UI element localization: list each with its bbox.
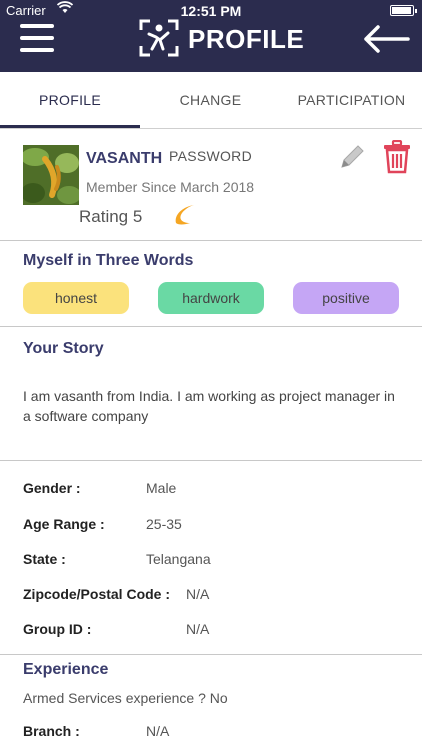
story-text: I am vasanth from India. I am working as…	[23, 388, 395, 424]
three-words-title: Myself in Three Words	[23, 252, 194, 269]
word-chip: positive	[293, 282, 399, 314]
menu-button[interactable]	[20, 24, 56, 54]
navigation-bar: Carrier 12:51 PM PROFILE	[0, 0, 422, 72]
member-since: Member Since March 2018	[86, 179, 255, 195]
clock: 12:51 PM	[180, 3, 242, 19]
armed-services-text: Armed Services experience ? No	[23, 690, 228, 706]
section-divider	[0, 240, 422, 241]
group-id-label: Group ID :	[23, 621, 92, 637]
tab-change-password[interactable]: CHANGE PASSWORD	[140, 72, 281, 164]
active-tab-indicator	[0, 125, 140, 128]
state-label: State :	[23, 551, 66, 567]
avatar	[23, 145, 79, 205]
experience-title: Experience	[23, 661, 109, 678]
app-logo-icon	[138, 18, 180, 58]
profile-name: VASANTH	[86, 150, 163, 167]
gender-label: Gender :	[23, 480, 81, 496]
section-divider	[0, 654, 422, 655]
battery-icon	[390, 5, 417, 16]
edit-pencil-icon[interactable]	[337, 142, 367, 172]
branch-value: N/A	[146, 723, 170, 739]
status-bar: Carrier 12:51 PM	[0, 0, 422, 20]
delete-trash-icon[interactable]	[382, 139, 412, 174]
story-title: Your Story	[23, 340, 104, 357]
group-id-value: N/A	[186, 621, 210, 637]
word-chip: honest	[23, 282, 129, 314]
tab-participation[interactable]: PARTICIPATION	[281, 72, 422, 128]
rating-text: Rating 5	[79, 207, 143, 226]
tab-bar: PROFILE CHANGE PASSWORD PARTICIPATION	[0, 72, 422, 164]
hamburger-icon-bar	[20, 48, 54, 52]
hamburger-icon-bar	[20, 24, 54, 28]
back-arrow-icon	[364, 25, 410, 53]
age-range-label: Age Range :	[23, 516, 105, 532]
section-divider	[0, 326, 422, 327]
back-button[interactable]	[362, 24, 410, 54]
zipcode-value: N/A	[186, 586, 210, 602]
hamburger-icon-bar	[20, 36, 54, 40]
age-range-value: 25-35	[146, 516, 182, 532]
section-divider	[0, 460, 422, 461]
gender-value: Male	[146, 480, 177, 496]
rating-swoosh-icon	[170, 203, 198, 227]
page-title: PROFILE	[188, 24, 305, 54]
word-chip: hardwork	[158, 282, 264, 314]
branch-label: Branch :	[23, 723, 80, 739]
zipcode-label: Zipcode/Postal Code :	[23, 586, 171, 602]
tab-profile[interactable]: PROFILE	[0, 72, 140, 128]
state-value: Telangana	[146, 551, 211, 567]
